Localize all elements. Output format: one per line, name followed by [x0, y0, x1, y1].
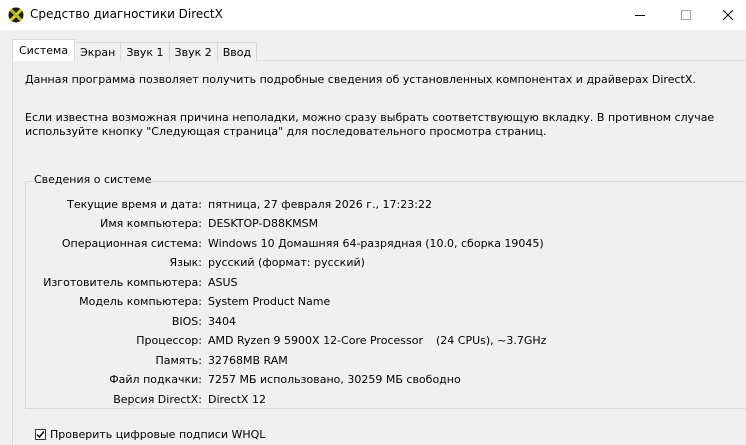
info-value-cpu-cores: (24 CPUs), ~3.7GHz — [436, 334, 547, 347]
info-label: Файл подкачки: — [109, 373, 202, 386]
info-value: System Product Name — [208, 295, 331, 308]
intro-text-1: Данная программа позволяет получить подр… — [25, 73, 696, 86]
info-label: Версия DirectX: — [113, 393, 202, 406]
info-label: Модель компьютера: — [79, 295, 202, 308]
whql-checkbox[interactable] — [35, 428, 46, 440]
tab-sound-1[interactable]: Звук 1 — [120, 42, 170, 61]
tab-display[interactable]: Экран — [74, 42, 122, 61]
info-label: Процессор: — [136, 334, 202, 347]
info-label: Текущие время и дата: — [67, 198, 202, 211]
intro-text-2: Если известна возможная причина неполадк… — [25, 111, 715, 138]
info-label: Имя компьютера: — [100, 217, 202, 230]
title-bar[interactable]: Средство диагностики DirectX — [0, 0, 746, 30]
info-label: Операционная система: — [61, 237, 202, 250]
close-button[interactable] — [709, 0, 746, 30]
info-value: ASUS — [208, 276, 238, 289]
minimize-button[interactable] — [617, 0, 663, 30]
maximize-icon — [681, 10, 691, 20]
directx-app-icon — [8, 7, 24, 23]
tab-strip: Система Экран Звук 1 Звук 2 Ввод — [12, 39, 258, 61]
info-value: 7257 МБ использовано, 30259 МБ свободно — [208, 373, 461, 386]
info-value: 32768MB RAM — [208, 354, 288, 367]
info-value: русский (формат: русский) — [208, 256, 365, 269]
info-value: Windows 10 Домашняя 64-разрядная (10.0, … — [208, 237, 544, 250]
info-value: 3404 — [208, 315, 236, 328]
info-label: Память: — [155, 354, 202, 367]
tab-system[interactable]: Система — [12, 39, 76, 61]
system-info-group-title: Сведения о системе — [33, 173, 153, 186]
minimize-icon — [635, 15, 645, 16]
close-icon — [722, 10, 733, 20]
info-label: BIOS: — [171, 315, 202, 328]
whql-check-row[interactable]: Проверить цифровые подписи WHQL — [35, 427, 265, 441]
tab-input[interactable]: Ввод — [216, 42, 258, 61]
info-value: пятница, 27 февраля 2026 г., 17:23:22 — [208, 198, 432, 211]
tab-sound-2[interactable]: Звук 2 — [168, 42, 218, 61]
whql-checkbox-label: Проверить цифровые подписи WHQL — [50, 427, 266, 441]
info-value: AMD Ryzen 9 5900X 12-Core Processor — [208, 334, 423, 347]
dialog-client-area: Система Экран Звук 1 Звук 2 Ввод Данная … — [0, 30, 746, 445]
info-value: DirectX 12 — [208, 393, 266, 406]
info-value: DESKTOP-D88KMSM — [208, 217, 319, 230]
info-label: Язык: — [169, 256, 202, 269]
maximize-button[interactable] — [663, 0, 709, 30]
checkmark-icon — [36, 430, 45, 438]
info-label: Изготовитель компьютера: — [43, 276, 202, 289]
window-title: Средство диагностики DirectX — [30, 7, 223, 21]
